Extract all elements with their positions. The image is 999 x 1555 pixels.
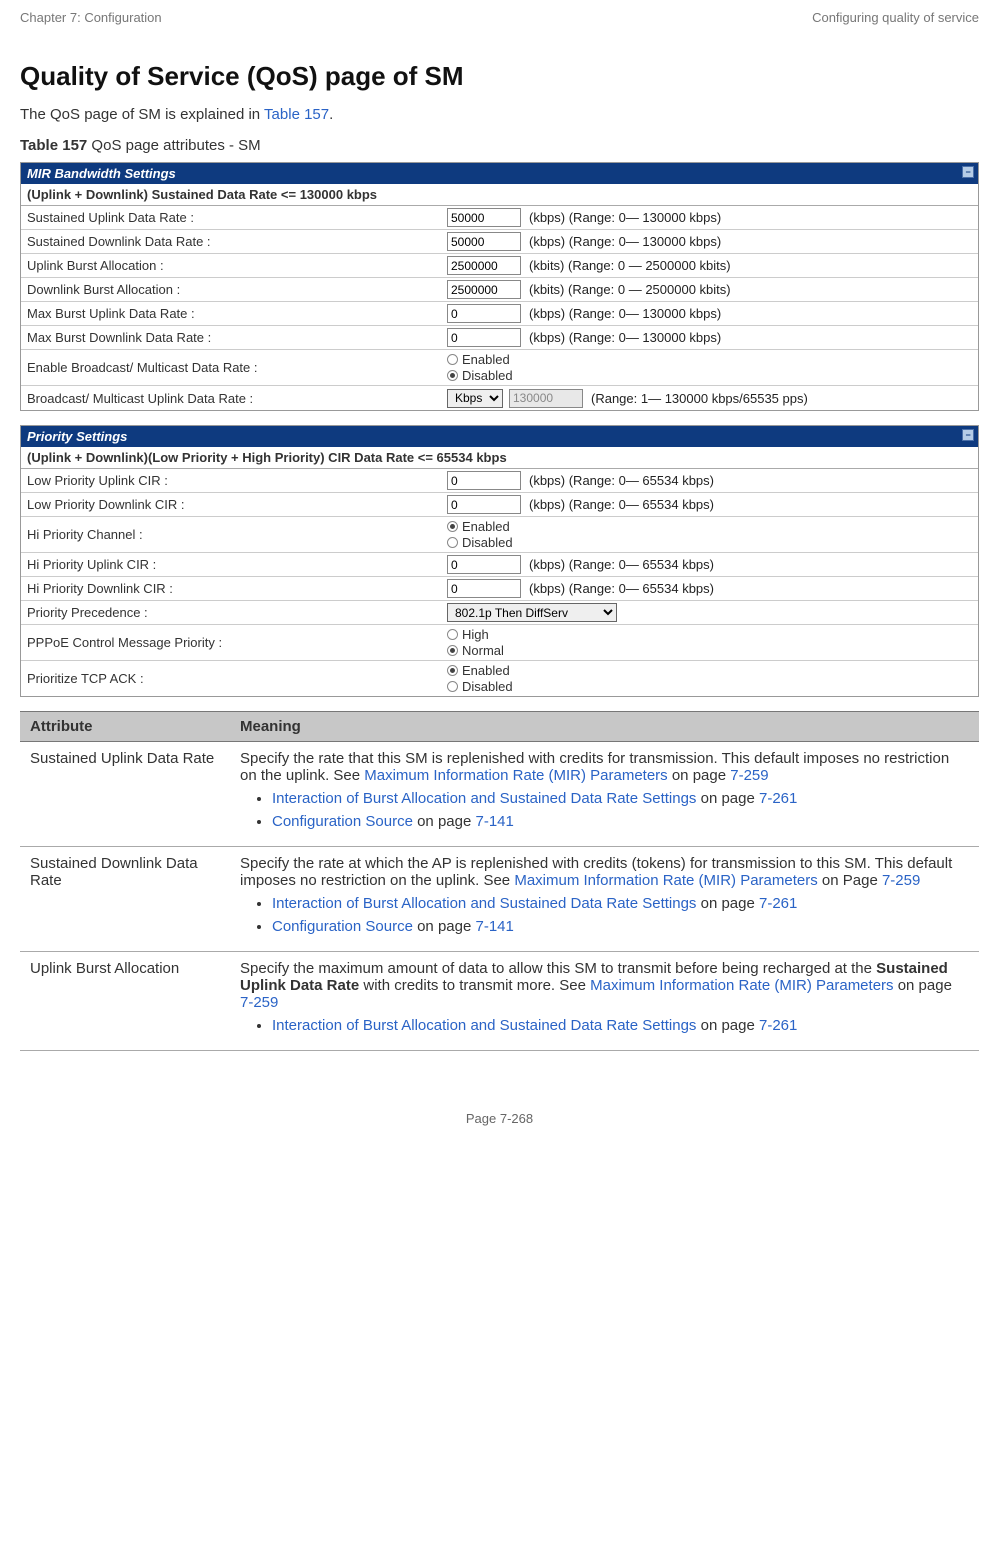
radio-normal[interactable]: [447, 645, 458, 656]
hi-priority-channel-row: Hi Priority Channel : Enabled Disabled: [21, 517, 978, 553]
attribute-table: Attribute Meaning Sustained Uplink Data …: [20, 711, 979, 1051]
page-link[interactable]: 7-141: [475, 813, 513, 830]
burst-link[interactable]: Interaction of Burst Allocation and Sust…: [272, 895, 696, 912]
page-number: Page 7-268: [20, 1111, 979, 1126]
broadcast-value-input[interactable]: [509, 389, 583, 408]
col-attribute: Attribute: [20, 712, 230, 742]
radio-enabled[interactable]: [447, 521, 458, 532]
burst-link[interactable]: Interaction of Burst Allocation and Sust…: [272, 1017, 696, 1034]
radio-enabled[interactable]: [447, 354, 458, 365]
uplink-burst-row: Uplink Burst Allocation : (kbits) (Range…: [21, 254, 978, 278]
mir-link[interactable]: Maximum Information Rate (MIR) Parameter…: [364, 767, 667, 784]
low-priority-uplink-row: Low Priority Uplink CIR : (kbps) (Range:…: [21, 469, 978, 493]
table-caption: Table 157 QoS page attributes - SM: [20, 137, 979, 154]
priority-precedence-row: Priority Precedence : 802.1p Then DiffSe…: [21, 601, 978, 625]
priority-settings-panel: Priority Settings − (Uplink + Downlink)(…: [20, 425, 979, 697]
prioritize-tcp-ack-row: Prioritize TCP ACK : Enabled Disabled: [21, 661, 978, 696]
radio-disabled[interactable]: [447, 537, 458, 548]
hi-priority-uplink-row: Hi Priority Uplink CIR : (kbps) (Range: …: [21, 553, 978, 577]
attr-name: Sustained Uplink Data Rate: [20, 742, 230, 847]
page-link[interactable]: 7-259: [240, 994, 278, 1011]
hi-priority-downlink-row: Hi Priority Downlink CIR : (kbps) (Range…: [21, 577, 978, 601]
panel-subheader: (Uplink + Downlink)(Low Priority + High …: [21, 447, 978, 469]
radio-disabled[interactable]: [447, 370, 458, 381]
list-item: Interaction of Burst Allocation and Sust…: [272, 790, 969, 807]
sustained-downlink-row: Sustained Downlink Data Rate : (kbps) (R…: [21, 230, 978, 254]
sustained-downlink-input[interactable]: [447, 232, 521, 251]
panel-subheader: (Uplink + Downlink) Sustained Data Rate …: [21, 184, 978, 206]
page-link[interactable]: 7-261: [759, 1017, 797, 1034]
hi-priority-downlink-input[interactable]: [447, 579, 521, 598]
chapter-label: Chapter 7: Configuration: [20, 10, 162, 25]
table-row: Uplink Burst Allocation Specify the maxi…: [20, 952, 979, 1051]
pppoe-priority-row: PPPoE Control Message Priority : High No…: [21, 625, 978, 661]
table-link[interactable]: Table 157: [264, 106, 329, 123]
broadcast-unit-select[interactable]: Kbps: [447, 389, 503, 408]
intro-text: The QoS page of SM is explained in Table…: [20, 106, 979, 123]
minimize-icon[interactable]: −: [962, 166, 974, 178]
attr-name: Sustained Downlink Data Rate: [20, 847, 230, 952]
table-row: Sustained Uplink Data Rate Specify the r…: [20, 742, 979, 847]
hi-priority-uplink-input[interactable]: [447, 555, 521, 574]
mir-link[interactable]: Maximum Information Rate (MIR) Parameter…: [514, 872, 817, 889]
priority-precedence-select[interactable]: 802.1p Then DiffServ: [447, 603, 617, 622]
radio-high[interactable]: [447, 629, 458, 640]
page-link[interactable]: 7-261: [759, 895, 797, 912]
page-title: Quality of Service (QoS) page of SM: [20, 61, 979, 92]
panel-header: Priority Settings −: [21, 426, 978, 447]
page-link[interactable]: 7-141: [475, 918, 513, 935]
downlink-burst-input[interactable]: [447, 280, 521, 299]
mir-link[interactable]: Maximum Information Rate (MIR) Parameter…: [590, 977, 893, 994]
page-link[interactable]: 7-259: [882, 872, 920, 889]
page-header: Chapter 7: Configuration Configuring qua…: [20, 10, 979, 25]
low-priority-downlink-input[interactable]: [447, 495, 521, 514]
minimize-icon[interactable]: −: [962, 429, 974, 441]
uplink-burst-input[interactable]: [447, 256, 521, 275]
attr-meaning: Specify the maximum amount of data to al…: [230, 952, 979, 1051]
max-burst-downlink-input[interactable]: [447, 328, 521, 347]
config-source-link[interactable]: Configuration Source: [272, 918, 413, 935]
sustained-uplink-input[interactable]: [447, 208, 521, 227]
table-row: Sustained Downlink Data Rate Specify the…: [20, 847, 979, 952]
sustained-uplink-row: Sustained Uplink Data Rate : (kbps) (Ran…: [21, 206, 978, 230]
list-item: Interaction of Burst Allocation and Sust…: [272, 895, 969, 912]
max-burst-downlink-row: Max Burst Downlink Data Rate : (kbps) (R…: [21, 326, 978, 350]
max-burst-uplink-row: Max Burst Uplink Data Rate : (kbps) (Ran…: [21, 302, 978, 326]
low-priority-uplink-input[interactable]: [447, 471, 521, 490]
radio-enabled[interactable]: [447, 665, 458, 676]
attr-name: Uplink Burst Allocation: [20, 952, 230, 1051]
col-meaning: Meaning: [230, 712, 979, 742]
radio-disabled[interactable]: [447, 681, 458, 692]
low-priority-downlink-row: Low Priority Downlink CIR : (kbps) (Rang…: [21, 493, 978, 517]
enable-broadcast-row: Enable Broadcast/ Multicast Data Rate : …: [21, 350, 978, 386]
page-link[interactable]: 7-259: [730, 767, 768, 784]
config-source-link[interactable]: Configuration Source: [272, 813, 413, 830]
attr-meaning: Specify the rate that this SM is repleni…: [230, 742, 979, 847]
mir-bandwidth-panel: MIR Bandwidth Settings − (Uplink + Downl…: [20, 162, 979, 411]
list-item: Interaction of Burst Allocation and Sust…: [272, 1017, 969, 1034]
panel-header: MIR Bandwidth Settings −: [21, 163, 978, 184]
section-label: Configuring quality of service: [812, 10, 979, 25]
downlink-burst-row: Downlink Burst Allocation : (kbits) (Ran…: [21, 278, 978, 302]
list-item: Configuration Source on page 7-141: [272, 813, 969, 830]
page-link[interactable]: 7-261: [759, 790, 797, 807]
burst-link[interactable]: Interaction of Burst Allocation and Sust…: [272, 790, 696, 807]
attr-meaning: Specify the rate at which the AP is repl…: [230, 847, 979, 952]
max-burst-uplink-input[interactable]: [447, 304, 521, 323]
broadcast-uplink-row: Broadcast/ Multicast Uplink Data Rate : …: [21, 386, 978, 410]
list-item: Configuration Source on page 7-141: [272, 918, 969, 935]
